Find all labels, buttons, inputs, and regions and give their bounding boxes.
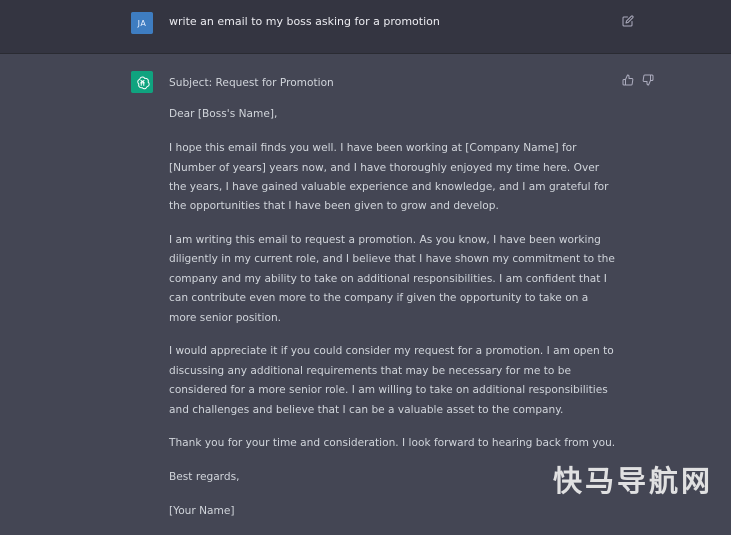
- user-message-text: write an email to my boss asking for a p…: [169, 15, 440, 28]
- email-paragraph-consider: I would appreciate it if you could consi…: [169, 345, 614, 416]
- edit-message-button[interactable]: [620, 13, 636, 29]
- user-avatar-initials: JA: [137, 18, 147, 28]
- assistant-message-row: Subject: Request for Promotion Dear [Bos…: [0, 54, 731, 517]
- thumbs-up-icon: [622, 74, 633, 85]
- email-greeting: Dear [Boss's Name],: [169, 108, 278, 121]
- email-paragraph-request: I am writing this email to request a pro…: [169, 234, 615, 324]
- email-signature: [Your Name]: [169, 504, 235, 517]
- user-message-row: JA write an email to my boss asking for …: [0, 0, 731, 54]
- user-avatar: JA: [131, 12, 153, 34]
- email-paragraph-thanks: Thank you for your time and consideratio…: [169, 437, 616, 450]
- thumbs-down-icon: [642, 74, 653, 85]
- watermark: 快马导航网: [553, 464, 714, 498]
- edit-icon: [622, 15, 634, 27]
- thumbs-down-button[interactable]: [640, 72, 655, 87]
- assistant-avatar: [131, 71, 153, 93]
- openai-logo-icon: [136, 76, 150, 89]
- assistant-message-content: Subject: Request for Promotion Dear [Bos…: [169, 74, 619, 535]
- email-signoff: Best regards,: [169, 470, 240, 483]
- email-subject: Subject: Request for Promotion: [169, 77, 334, 89]
- thumbs-up-button[interactable]: [620, 72, 635, 87]
- email-paragraph-intro: I hope this email finds you well. I have…: [169, 142, 609, 213]
